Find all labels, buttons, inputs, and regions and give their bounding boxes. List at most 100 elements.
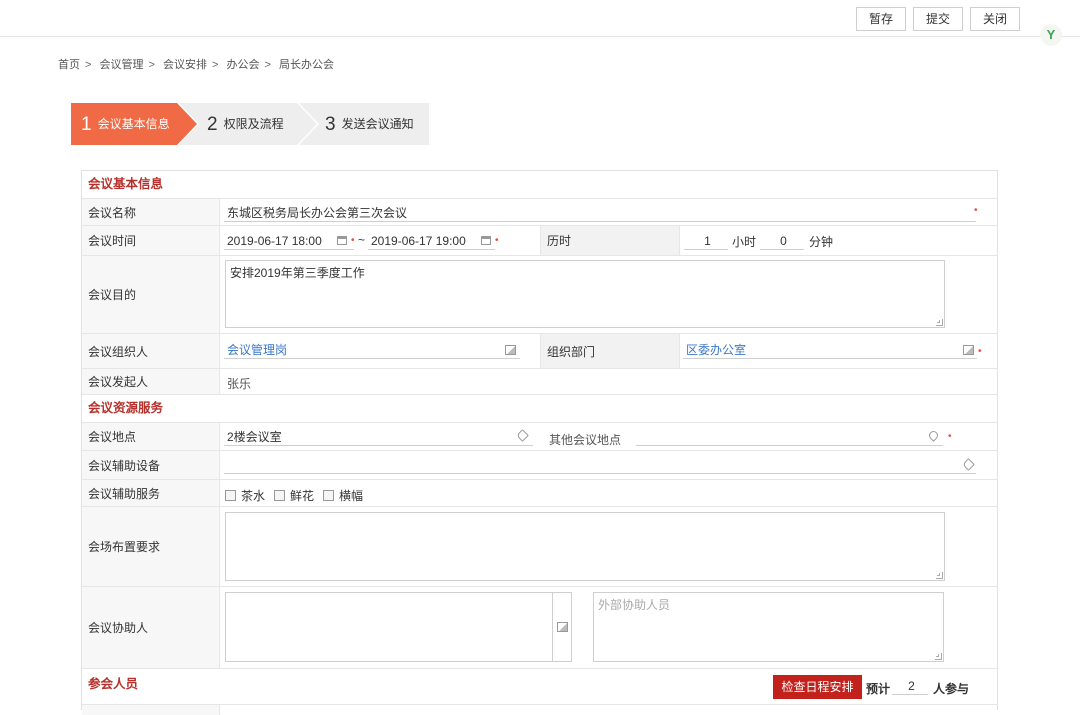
checkbox[interactable]	[323, 490, 334, 501]
org-dept-input[interactable]: 区委办公室	[683, 341, 977, 359]
duration-label: 历时	[540, 226, 680, 255]
external-assistant-textarea[interactable]: 外部协助人员	[593, 592, 944, 662]
service-option-label: 茶水	[241, 489, 266, 503]
checkbox[interactable]	[274, 490, 285, 501]
select-person-icon[interactable]	[505, 345, 516, 355]
required-mark-icon: •	[351, 235, 355, 246]
breadcrumb-sep-icon: >	[264, 59, 271, 71]
step-number: 3	[325, 114, 336, 135]
calendar-icon[interactable]	[481, 236, 491, 245]
required-mark-icon: •	[974, 205, 978, 216]
minutes-unit: 分钟	[809, 235, 834, 249]
breadcrumb-item[interactable]: 会议安排	[163, 56, 207, 72]
hours-unit: 小时	[732, 235, 757, 249]
time-range-separator: ~	[358, 233, 366, 247]
step-number: 1	[81, 114, 92, 135]
start-time-input[interactable]: 2019-06-17 18:00	[224, 232, 354, 250]
end-time-input[interactable]: 2019-06-17 19:00	[368, 232, 495, 250]
breadcrumb: 首页 > 会议管理 > 会议安排 > 办公会 > 局长办公会	[58, 56, 334, 72]
location-input[interactable]: 2楼会议室	[224, 428, 533, 446]
calendar-icon[interactable]	[337, 236, 347, 245]
meeting-purpose-textarea[interactable]: 安排2019年第三季度工作	[225, 260, 945, 328]
row-location: 会议地点 2楼会议室 其他会议地点 •	[82, 423, 998, 451]
step-basic-info[interactable]: 1 会议基本信息	[71, 103, 197, 145]
service-option-label: 鲜花	[290, 489, 315, 503]
breadcrumb-item[interactable]: 办公会	[227, 56, 260, 72]
other-location-label: 其他会议地点	[549, 433, 622, 447]
meeting-time-label: 会议时间	[82, 226, 220, 255]
step-label: 会议基本信息	[97, 117, 170, 131]
section-title: 会议基本信息	[88, 177, 164, 191]
expected-count-input[interactable]: 2	[892, 677, 928, 695]
service-tea-option[interactable]: 茶水	[225, 487, 265, 504]
service-flowers-option[interactable]: 鲜花	[274, 487, 314, 504]
expected-label: 预计	[866, 682, 891, 696]
equipment-input[interactable]	[224, 456, 976, 474]
assistant-picker-button[interactable]	[552, 592, 572, 662]
step-permissions[interactable]: 2 权限及流程	[179, 103, 317, 145]
breadcrumb-item-current: 局长办公会	[279, 59, 334, 71]
service-banner-option[interactable]: 横幅	[323, 487, 363, 504]
initiator-label: 会议发起人	[82, 369, 220, 394]
hours-input[interactable]: 1	[684, 232, 728, 250]
meeting-name-label: 会议名称	[82, 199, 220, 225]
resize-handle-icon[interactable]	[936, 319, 943, 326]
minutes-input[interactable]: 0	[760, 232, 804, 250]
section-title: 会议资源服务	[88, 401, 164, 415]
equipment-label: 会议辅助设备	[82, 451, 220, 479]
resize-handle-icon[interactable]	[935, 653, 942, 660]
people-suffix: 人参与	[933, 682, 970, 696]
row-services: 会议辅助服务 茶水 鲜花 横幅	[82, 480, 998, 507]
meeting-form: 会议基本信息 会议名称 东城区税务局长办公会第三次会议 • 会议时间 2019-…	[81, 170, 998, 715]
assistant-list-box[interactable]	[225, 592, 553, 662]
breadcrumb-item[interactable]: 会议管理	[100, 56, 144, 72]
organizer-input[interactable]: 会议管理岗	[224, 341, 520, 359]
brand-logo-icon[interactable]: Y	[1040, 24, 1062, 46]
section-header-participants: 参会人员 检查日程安排 预计 2 人参与	[82, 669, 998, 705]
other-location-input[interactable]	[636, 428, 943, 446]
breadcrumb-item[interactable]: 首页	[58, 56, 80, 72]
section-header-resource: 会议资源服务	[82, 395, 998, 423]
row-meeting-name: 会议名称 东城区税务局长办公会第三次会议 •	[82, 199, 998, 226]
top-toolbar: 暂存 提交 关闭	[0, 0, 1080, 37]
close-button[interactable]: 关闭	[970, 7, 1020, 31]
select-person-icon[interactable]	[557, 622, 568, 632]
row-initiator: 会议发起人 张乐	[82, 369, 998, 395]
row-meeting-purpose: 会议目的 安排2019年第三季度工作	[82, 256, 998, 334]
org-dept-label: 组织部门	[540, 334, 680, 368]
select-dept-icon[interactable]	[963, 345, 974, 355]
venue-layout-textarea[interactable]	[225, 512, 945, 581]
step-label: 发送会议通知	[341, 117, 414, 131]
save-draft-button[interactable]: 暂存	[856, 7, 906, 31]
row-assistant: 会议协助人 外部协助人员	[82, 587, 998, 669]
required-mark-icon: •	[978, 346, 982, 357]
row-meeting-time: 会议时间 2019-06-17 18:00 • ~ 2019-06-17 19:…	[82, 226, 998, 256]
breadcrumb-sep-icon: >	[212, 59, 219, 71]
row-organizer: 会议组织人 会议管理岗 组织部门 区委办公室 •	[82, 334, 998, 369]
service-option-label: 横幅	[339, 489, 364, 503]
step-send-notice[interactable]: 3 发送会议通知	[299, 103, 429, 145]
meeting-purpose-text: 安排2019年第三季度工作	[230, 266, 365, 280]
breadcrumb-sep-icon: >	[148, 59, 155, 71]
row-equipment: 会议辅助设备	[82, 451, 998, 480]
section-header-basic: 会议基本信息	[82, 171, 998, 199]
checkbox[interactable]	[225, 490, 236, 501]
services-label: 会议辅助服务	[82, 480, 220, 506]
row-venue-layout: 会场布置要求	[82, 507, 998, 587]
meeting-name-input[interactable]: 东城区税务局长办公会第三次会议	[224, 204, 976, 222]
external-assistant-placeholder: 外部协助人员	[598, 598, 671, 612]
initiator-value: 张乐	[227, 377, 252, 391]
location-label: 会议地点	[82, 423, 220, 450]
step-number: 2	[207, 114, 218, 135]
venue-layout-label: 会场布置要求	[82, 507, 220, 586]
required-mark-icon: •	[948, 431, 952, 442]
submit-button[interactable]: 提交	[913, 7, 963, 31]
required-mark-icon: •	[495, 235, 499, 246]
resize-handle-icon[interactable]	[936, 572, 943, 579]
breadcrumb-sep-icon: >	[85, 59, 92, 71]
assistant-label: 会议协助人	[82, 587, 220, 668]
step-label: 权限及流程	[223, 117, 284, 131]
check-schedule-button[interactable]: 检查日程安排	[773, 675, 862, 699]
meeting-purpose-label: 会议目的	[82, 256, 220, 333]
organizer-label: 会议组织人	[82, 334, 220, 368]
